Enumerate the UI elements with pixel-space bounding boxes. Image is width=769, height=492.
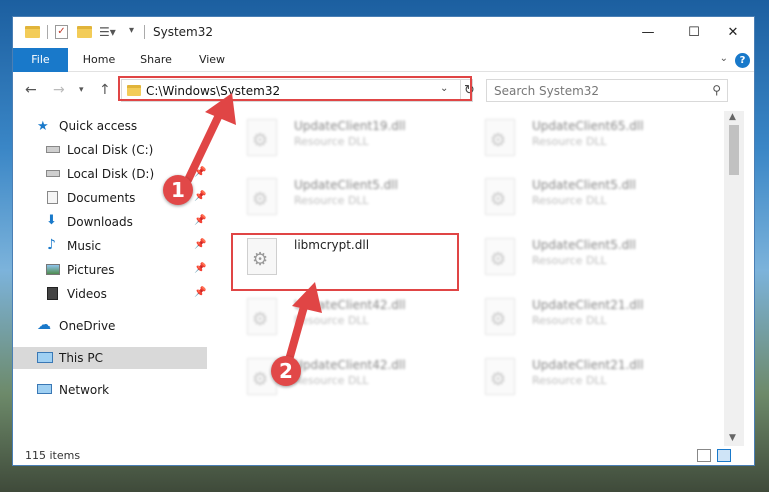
arrow-to-file [283, 282, 322, 371]
annotation-arrows [184, 93, 322, 371]
step-1-badge: 1 [163, 175, 193, 205]
arrow-to-address-bar [184, 93, 236, 184]
step-2-badge: 2 [271, 356, 301, 386]
